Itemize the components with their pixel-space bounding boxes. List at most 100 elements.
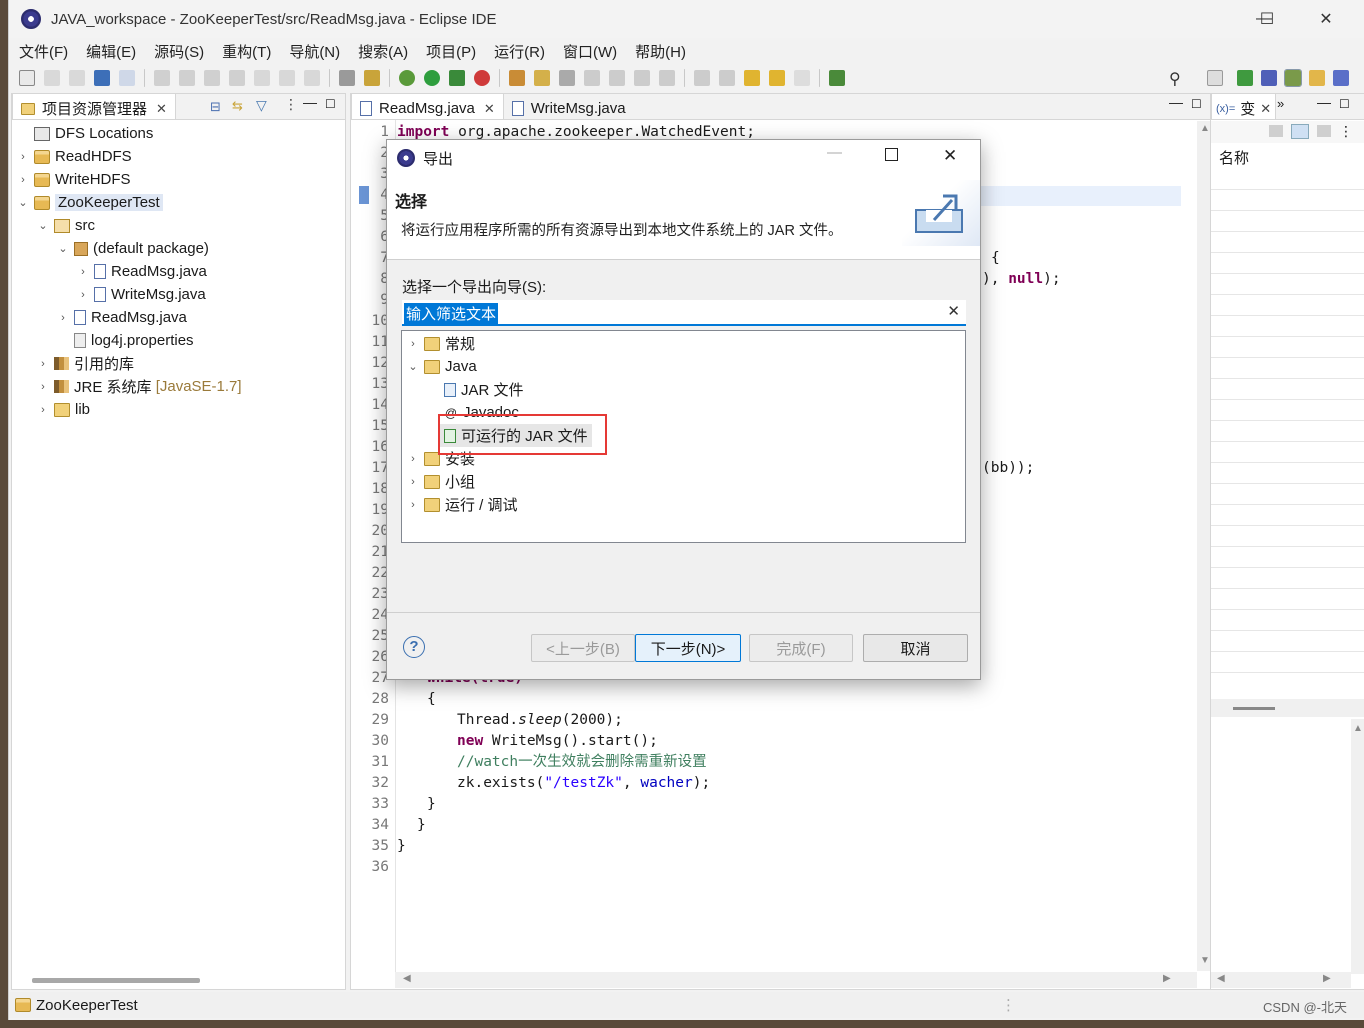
- tree-item-log4j-properties[interactable]: log4j.properties: [56, 329, 194, 352]
- tab-writemsg-java[interactable]: WriteMsg.java: [504, 93, 634, 119]
- menu-window[interactable]: 窗口(W): [563, 41, 617, 62]
- minimize-view-icon[interactable]: —: [1317, 94, 1331, 110]
- expand-arrow-icon[interactable]: ›: [406, 499, 420, 511]
- collapse-arrow-icon[interactable]: ⌄: [406, 360, 420, 373]
- tree-item-lib[interactable]: › lib: [36, 398, 90, 421]
- scroll-right-icon[interactable]: ▶: [1163, 973, 1171, 984]
- resource-perspective-icon[interactable]: [1309, 70, 1325, 86]
- step-over-icon[interactable]: [279, 70, 295, 86]
- close-tab-icon[interactable]: ✕: [156, 101, 167, 117]
- scroll-up-icon[interactable]: ▲: [1200, 123, 1210, 134]
- tree-item-referenced-libraries[interactable]: › 引用的库: [36, 352, 134, 375]
- open-perspective-icon[interactable]: [1207, 70, 1223, 86]
- toggle-icon[interactable]: [364, 70, 380, 86]
- splitter-handle[interactable]: [1233, 707, 1275, 710]
- dialog-close-button[interactable]: ✕: [943, 146, 957, 166]
- external-tools-icon[interactable]: [474, 70, 490, 86]
- menu-refactor[interactable]: 重构(T): [222, 41, 271, 62]
- wizard-item-general[interactable]: › 常规: [406, 332, 475, 355]
- back-icon[interactable]: [769, 70, 785, 86]
- expand-arrow-icon[interactable]: ›: [76, 289, 90, 301]
- last-edit-icon[interactable]: [744, 70, 760, 86]
- maximize-view-icon[interactable]: ☐: [1339, 97, 1350, 111]
- terminal-icon[interactable]: [94, 70, 110, 86]
- collapse-all-icon[interactable]: [1317, 125, 1331, 137]
- debug-perspective-icon[interactable]: [1284, 69, 1302, 87]
- variables-table[interactable]: [1211, 169, 1364, 689]
- run-icon[interactable]: [424, 70, 440, 86]
- tree-item-writemsg-java[interactable]: › WriteMsg.java: [76, 283, 206, 306]
- next-button[interactable]: 下一步(N)>: [635, 634, 741, 662]
- new-icon[interactable]: [19, 70, 35, 86]
- search-tool-icon[interactable]: [559, 70, 575, 86]
- java-perspective-icon[interactable]: [1237, 70, 1253, 86]
- expand-arrow-icon[interactable]: ›: [56, 312, 70, 324]
- menu-file[interactable]: 文件(F): [19, 41, 68, 62]
- save-icon[interactable]: [44, 70, 60, 86]
- prev-annotation-icon[interactable]: [719, 70, 735, 86]
- menu-navigate[interactable]: 导航(N): [289, 41, 340, 62]
- editor-horizontal-scrollbar[interactable]: ◀ ▶: [395, 972, 1197, 988]
- step-return-icon[interactable]: [304, 70, 320, 86]
- expand-arrow-icon[interactable]: ›: [36, 381, 50, 393]
- maximize-view-icon[interactable]: ☐: [325, 97, 336, 111]
- scroll-up-icon[interactable]: ▲: [1353, 723, 1363, 734]
- collapse-arrow-icon[interactable]: ⌄: [16, 196, 30, 209]
- dialog-maximize-button[interactable]: [885, 148, 898, 161]
- help-button[interactable]: ?: [403, 636, 425, 658]
- tree-item-src[interactable]: ⌄ src: [36, 214, 95, 237]
- block-selection-icon[interactable]: [634, 70, 650, 86]
- menu-help[interactable]: 帮助(H): [635, 41, 686, 62]
- tab-variables[interactable]: (x)= 变 ✕: [1211, 93, 1277, 119]
- collapse-all-icon[interactable]: ⊟: [210, 99, 221, 115]
- resume-icon[interactable]: [154, 70, 170, 86]
- filter-icon[interactable]: ▽: [256, 97, 267, 114]
- menu-project[interactable]: 项目(P): [426, 41, 476, 62]
- menu-run[interactable]: 运行(R): [494, 41, 545, 62]
- maximize-button[interactable]: ☐: [1238, 0, 1296, 38]
- show-logical-structure-icon[interactable]: [1291, 124, 1309, 139]
- mark-occurrences-icon[interactable]: [609, 70, 625, 86]
- coverage-icon[interactable]: [449, 70, 465, 86]
- hadoop-perspective-icon[interactable]: [1261, 70, 1277, 86]
- wizard-item-jar-file[interactable]: JAR 文件: [440, 378, 524, 401]
- use-step-filters-icon[interactable]: [339, 70, 355, 86]
- code-line-17-tail[interactable]: (bb));: [982, 458, 1034, 479]
- horizontal-scrollbar[interactable]: [32, 978, 200, 983]
- skip-breakpoints-icon[interactable]: [119, 70, 135, 86]
- back-button[interactable]: <上一步(B): [531, 634, 635, 662]
- tree-item-jre-system-library[interactable]: › JRE 系统库 [JavaSE-1.7]: [36, 375, 241, 398]
- close-button[interactable]: ✕: [1297, 0, 1355, 38]
- open-task-icon[interactable]: [534, 70, 550, 86]
- code-line-8-tail[interactable]: ), null);: [982, 269, 1061, 290]
- view-menu-icon[interactable]: ⋮: [284, 96, 298, 113]
- menu-search[interactable]: 搜索(A): [358, 41, 408, 62]
- tree-item-readmsg-java-root[interactable]: › ReadMsg.java: [56, 306, 187, 329]
- link-editor-icon[interactable]: ⇆: [232, 98, 243, 114]
- minimize-editor-icon[interactable]: —: [1169, 94, 1183, 110]
- expand-arrow-icon[interactable]: ›: [36, 404, 50, 416]
- tree-item-readhdfs[interactable]: › ReadHDFS: [16, 145, 132, 168]
- collapse-arrow-icon[interactable]: ⌄: [56, 242, 70, 255]
- expand-arrow-icon[interactable]: ›: [406, 476, 420, 488]
- expand-arrow-icon[interactable]: ›: [16, 151, 30, 163]
- collapse-arrow-icon[interactable]: ⌄: [36, 219, 50, 232]
- tree-item-dfs-locations[interactable]: DFS Locations: [16, 122, 153, 145]
- code-line-31[interactable]: //watch一次生效就会删除需重新设置: [457, 752, 707, 773]
- details-vertical-scrollbar[interactable]: ▲: [1351, 719, 1364, 974]
- scroll-left-icon[interactable]: ◀: [403, 973, 411, 984]
- annotation-icon[interactable]: [584, 70, 600, 86]
- debug-icon[interactable]: [399, 70, 415, 86]
- expand-arrow-icon[interactable]: ›: [16, 174, 30, 186]
- scroll-left-icon[interactable]: ◀: [1217, 973, 1225, 984]
- pin-editor-icon[interactable]: [829, 70, 845, 86]
- code-line-29[interactable]: Thread.sleep(2000);: [457, 710, 623, 731]
- code-line-7-tail[interactable]: {: [991, 248, 1000, 269]
- code-line-33[interactable]: }: [427, 794, 436, 815]
- close-tab-icon[interactable]: ✕: [484, 101, 495, 117]
- show-whitespace-icon[interactable]: [659, 70, 675, 86]
- code-line-30[interactable]: new WriteMsg().start();: [457, 731, 658, 752]
- tab-readmsg-java[interactable]: ReadMsg.java ✕: [351, 93, 504, 119]
- save-all-icon[interactable]: [69, 70, 85, 86]
- clear-filter-icon[interactable]: ✕: [947, 302, 960, 320]
